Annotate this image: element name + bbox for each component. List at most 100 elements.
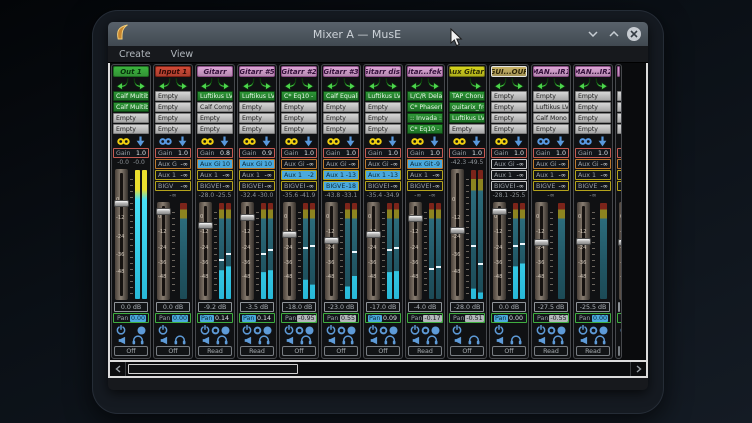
fx-slot[interactable]: Calf Mono	[533, 113, 569, 123]
output-route-down-arrow-icon[interactable]	[262, 136, 271, 147]
volume-fader-track[interactable]: 0-12-24-36-48	[283, 202, 296, 300]
volume-fader-track[interactable]: 0-12-24-36-48	[367, 202, 380, 300]
record-dot-button[interactable]	[389, 326, 398, 335]
fx-slot[interactable]	[617, 113, 622, 123]
volume-fader-knob[interactable]	[408, 215, 423, 222]
aux-send-box[interactable]	[617, 181, 622, 191]
fx-slot[interactable]: Calf Multiba	[113, 91, 149, 101]
mute-speaker-button[interactable]	[496, 336, 504, 345]
fx-slot[interactable]: :: Invada :: I	[407, 113, 443, 123]
track-off-power-button[interactable]	[368, 325, 378, 335]
aux-send-box[interactable]: Aux Gi-∞	[575, 159, 611, 169]
input-routing-arrow-icon[interactable]	[494, 78, 507, 90]
fx-slot[interactable]: C* PhaserII	[407, 102, 443, 112]
mute-speaker-button[interactable]	[370, 336, 378, 345]
horizontal-scrollbar[interactable]	[110, 360, 646, 376]
pan-box[interactable]: Pan0.00	[575, 313, 611, 323]
gain-box[interactable]: Gain0.9	[239, 148, 275, 158]
automation-mode-combo[interactable]: Off	[324, 346, 358, 356]
gain-box[interactable]: Gain1.0	[155, 148, 191, 158]
fx-slot[interactable]: Empty	[575, 113, 611, 123]
aux-send-box[interactable]: Aux 1-∞	[575, 170, 611, 180]
aux-send-box[interactable]: Aux 1-∞	[155, 170, 191, 180]
pan-box[interactable]: Pan0.00	[113, 313, 149, 323]
aux-send-box[interactable]: Aux Git-∞	[323, 159, 359, 169]
record-dot-button[interactable]	[557, 326, 566, 335]
fx-slot[interactable]: Empty	[197, 124, 233, 134]
mute-speaker-button[interactable]	[202, 336, 210, 345]
stereo-link-icon[interactable]	[453, 137, 466, 146]
fx-slot[interactable]	[617, 124, 622, 134]
fx-slot[interactable]: Luftikus LV2	[197, 91, 233, 101]
stereo-link-icon[interactable]	[411, 137, 424, 146]
mute-speaker-button[interactable]	[244, 336, 252, 345]
fader-db-value[interactable]: -27.5 dB	[534, 302, 568, 312]
track-off-power-button[interactable]	[326, 325, 336, 335]
fx-slot[interactable]: Empty	[113, 113, 149, 123]
pan-box[interactable]: Pan0.14	[197, 313, 233, 323]
aux-send-box[interactable]: Aux Git-∞	[491, 159, 527, 169]
stereo-link-icon[interactable]	[201, 137, 214, 146]
gain-box[interactable]: Gain1.0	[113, 148, 149, 158]
track-name-header[interactable]: Input 1	[155, 66, 191, 77]
fx-slot[interactable]: Luftikus LV2	[365, 91, 401, 101]
aux-send-box[interactable]: Aux 1-13	[323, 170, 359, 180]
fx-slot[interactable]: Empty	[365, 124, 401, 134]
output-route-down-arrow-icon[interactable]	[430, 136, 439, 147]
input-routing-arrow-icon[interactable]	[200, 78, 213, 90]
track-name-header[interactable]: Out 1	[113, 66, 149, 77]
scroll-left-button[interactable]	[110, 362, 126, 376]
fader-db-value[interactable]: -25.5 dB	[576, 302, 610, 312]
track-off-power-button[interactable]	[494, 325, 504, 335]
fx-slot[interactable]: Calf Equaliz	[323, 91, 359, 101]
fx-slot[interactable]: Empty	[491, 102, 527, 112]
output-routing-arrow-icon[interactable]	[511, 78, 524, 90]
gain-box[interactable]: Gain1.0	[449, 148, 485, 158]
fx-slot[interactable]: Empty	[281, 124, 317, 134]
output-route-down-arrow-icon[interactable]	[178, 136, 187, 147]
input-routing-arrow-icon[interactable]	[242, 78, 255, 90]
track-off-power-button[interactable]	[452, 325, 462, 335]
fx-slot[interactable]: Empty	[155, 113, 191, 123]
record-arm-ring-button[interactable]	[547, 326, 556, 335]
track-name-header[interactable]: MAN...IR1	[533, 66, 569, 77]
fader-db-value[interactable]: -28.0 dB	[450, 302, 484, 312]
mono-link-icon[interactable]	[537, 137, 550, 146]
track-name-header[interactable]: Gitar...fektf	[407, 66, 443, 77]
volume-fader-knob[interactable]	[450, 227, 465, 234]
input-routing-arrow-icon[interactable]	[620, 78, 622, 90]
gain-box[interactable]: Gain1.0	[491, 148, 527, 158]
aux-send-box[interactable]	[617, 170, 622, 180]
volume-fader-track[interactable]: 0-12-24-36-48	[409, 202, 422, 300]
track-name-header[interactable]: Gitarr #5	[239, 66, 275, 77]
aux-send-box[interactable]: Aux G-∞	[155, 159, 191, 169]
solo-headphones-button[interactable]	[342, 335, 354, 345]
fx-slot[interactable]: C* Eq10 - 1	[407, 124, 443, 134]
mono-link-icon[interactable]	[621, 137, 622, 146]
record-arm-ring-button[interactable]	[211, 326, 220, 335]
volume-fader-track[interactable]: 0-12-24-36-48	[451, 169, 464, 300]
record-dot-button[interactable]	[263, 326, 272, 335]
track-name-header[interactable]: Gitarr #2	[281, 66, 317, 77]
track-off-power-button[interactable]	[578, 325, 588, 335]
aux-send-box[interactable]: Aux 1-∞	[197, 170, 233, 180]
input-routing-arrow-icon[interactable]	[410, 78, 423, 90]
input-routing-arrow-icon[interactable]	[284, 78, 297, 90]
fx-slot[interactable]: Empty	[575, 102, 611, 112]
gain-box[interactable]: Gain1.0	[533, 148, 569, 158]
aux-send-box[interactable]: Aux Git10	[197, 159, 233, 169]
output-route-down-arrow-icon[interactable]	[388, 136, 397, 147]
volume-fader-knob[interactable]	[492, 208, 507, 215]
track-off-power-button[interactable]	[410, 325, 420, 335]
track-name-header[interactable]: MAN...IR2	[575, 66, 611, 77]
fx-slot[interactable]: Empty	[449, 124, 485, 134]
pan-box[interactable]: Pan-0.51	[449, 313, 485, 323]
aux-send-box[interactable]: Aux Git-∞	[281, 159, 317, 169]
solo-headphones-button[interactable]	[594, 335, 606, 345]
aux-send-box[interactable]: BIGV-∞	[155, 181, 191, 191]
volume-fader-knob[interactable]	[198, 222, 213, 229]
mute-speaker-button[interactable]	[412, 336, 420, 345]
automation-mode-combo[interactable]: Off	[492, 346, 526, 356]
fx-slot[interactable]: Empty	[113, 124, 149, 134]
output-routing-arrow-icon[interactable]	[175, 78, 188, 90]
